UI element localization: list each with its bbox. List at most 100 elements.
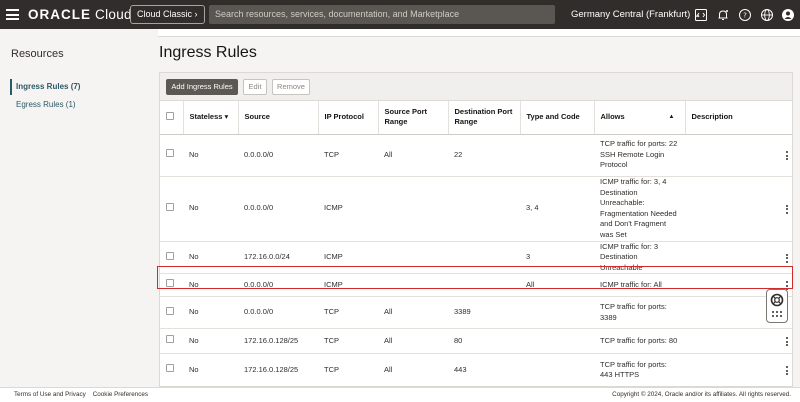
table-row-highlighted[interactable]: No 0.0.0.0/0 ICMP All ICMP traffic for: …	[160, 273, 792, 297]
add-ingress-rules-button[interactable]: Add Ingress Rules	[166, 79, 238, 95]
cell-src-port: All	[378, 296, 448, 329]
cell-protocol: ICMP	[318, 273, 378, 297]
cell-allows: TCP traffic for ports: 80	[594, 328, 685, 354]
help-widget-button[interactable]	[766, 289, 788, 323]
row-actions-kebab-icon[interactable]	[691, 253, 788, 263]
page-title: Ingress Rules	[159, 44, 257, 61]
cell-stateless: No	[183, 328, 238, 354]
row-checkbox[interactable]	[166, 251, 174, 260]
cell-description	[685, 241, 792, 274]
remove-button[interactable]: Remove	[272, 79, 310, 95]
language-globe-icon[interactable]	[759, 7, 774, 22]
table-row[interactable]: No 0.0.0.0/0 TCP All 3389 TCP traffic fo…	[160, 296, 792, 329]
row-actions-kebab-icon[interactable]	[691, 204, 788, 214]
cell-dst-port	[448, 241, 520, 274]
cell-source: 0.0.0.0/0	[238, 134, 318, 177]
cell-stateless: No	[183, 134, 238, 177]
user-profile-icon[interactable]	[780, 7, 795, 22]
table-row[interactable]: No 172.16.0.128/25 TCP All 443 TCP traff…	[160, 353, 792, 386]
search-input[interactable]: Search resources, services, documentatio…	[209, 5, 555, 24]
cookie-preferences-link[interactable]: Cookie Preferences	[93, 391, 148, 398]
notification-bell-icon[interactable]	[715, 7, 730, 22]
ingress-rules-card: Add Ingress Rules Edit Remove Stateless …	[159, 72, 793, 387]
cell-type-code: All	[520, 273, 594, 297]
cell-allows: TCP traffic for ports: 3389	[594, 296, 685, 329]
cell-allows: ICMP traffic for: 3 Destination Unreacha…	[594, 241, 685, 274]
cell-protocol: TCP	[318, 296, 378, 329]
column-header-description[interactable]: Description	[685, 101, 792, 135]
cell-description	[685, 328, 792, 354]
table-row[interactable]: No 0.0.0.0/0 ICMP 3, 4 ICMP traffic for:…	[160, 176, 792, 242]
cell-protocol: TCP	[318, 328, 378, 354]
copyright-text: Copyright © 2024, Oracle and/or its affi…	[612, 391, 791, 398]
column-header-allows[interactable]: Allows ▲	[594, 101, 686, 135]
help-icon[interactable]: ?	[737, 7, 752, 22]
column-header-destination-port-range[interactable]: Destination Port Range	[448, 101, 521, 135]
region-selector[interactable]: Germany Central (Frankfurt) ⌄	[571, 6, 701, 23]
top-navigation-bar: ORACLE Cloud Cloud Classic › Search reso…	[0, 0, 800, 29]
row-checkbox[interactable]	[166, 279, 174, 288]
cell-source: 0.0.0.0/0	[238, 176, 318, 242]
cell-allows: TCP traffic for ports: 443 HTTPS	[594, 353, 685, 386]
sidebar-item-egress-rules[interactable]: Egress Rules (1)	[16, 99, 76, 111]
table-row[interactable]: No 172.16.0.128/25 TCP All 80 TCP traffi…	[160, 328, 792, 354]
cell-protocol: TCP	[318, 134, 378, 177]
row-checkbox[interactable]	[166, 335, 174, 344]
cell-type-code: 3, 4	[520, 176, 594, 242]
cell-dst-port	[448, 273, 520, 297]
table-row[interactable]: No 172.16.0.0/24 ICMP 3 ICMP traffic for…	[160, 241, 792, 274]
cell-type-code	[520, 296, 594, 329]
code-editor-icon[interactable]	[693, 7, 708, 22]
column-header-type-and-code[interactable]: Type and Code	[520, 101, 595, 135]
grid-dots-icon	[772, 311, 782, 317]
column-header-source[interactable]: Source	[238, 101, 319, 135]
terms-link[interactable]: Terms of Use and Privacy	[14, 391, 86, 398]
content-top-strip	[158, 29, 800, 37]
edit-button[interactable]: Edit	[243, 79, 267, 95]
table-row[interactable]: No 0.0.0.0/0 TCP All 22 TCP traffic for …	[160, 134, 792, 177]
cell-type-code	[520, 134, 594, 177]
column-header-source-port-range[interactable]: Source Port Range	[378, 101, 449, 135]
cell-dst-port: 22	[448, 134, 520, 177]
row-actions-kebab-icon[interactable]	[691, 151, 788, 161]
page-footer: Terms of Use and Privacy Cookie Preferen…	[0, 387, 800, 402]
row-checkbox[interactable]	[166, 306, 174, 315]
row-actions-kebab-icon[interactable]	[691, 337, 788, 347]
cell-type-code: 3	[520, 241, 594, 274]
sort-desc-icon: ▾	[224, 112, 229, 122]
sort-asc-icon: ▲	[668, 114, 675, 121]
row-checkbox[interactable]	[166, 149, 174, 158]
row-checkbox[interactable]	[166, 364, 174, 373]
cell-allows: TCP traffic for ports: 22 SSH Remote Log…	[594, 134, 685, 177]
cell-dst-port: 80	[448, 328, 520, 354]
cell-allows: ICMP traffic for: 3, 4 Destination Unrea…	[594, 176, 685, 242]
row-checkbox[interactable]	[166, 202, 174, 211]
resources-title: Resources	[11, 48, 64, 60]
cell-description	[685, 176, 792, 242]
cell-dst-port	[448, 176, 520, 242]
cell-type-code	[520, 353, 594, 386]
cell-stateless: No	[183, 296, 238, 329]
select-all-header	[160, 101, 184, 135]
lifebuoy-icon	[770, 293, 784, 307]
resources-sidebar: Resources Ingress Rules (7) Egress Rules…	[0, 29, 151, 387]
cell-source: 0.0.0.0/0	[238, 296, 318, 329]
oracle-cloud-logo[interactable]: ORACLE Cloud	[28, 7, 132, 22]
column-header-stateless[interactable]: Stateless ▾	[183, 101, 239, 135]
hamburger-menu-icon[interactable]	[6, 9, 19, 20]
cell-src-port	[378, 176, 448, 242]
row-actions-kebab-icon[interactable]	[691, 366, 788, 376]
cell-protocol: TCP	[318, 353, 378, 386]
cell-source: 172.16.0.128/25	[238, 328, 318, 354]
cell-protocol: ICMP	[318, 241, 378, 274]
cell-type-code	[520, 328, 594, 354]
cell-source: 0.0.0.0/0	[238, 273, 318, 297]
cell-description	[685, 134, 792, 177]
cloud-classic-button[interactable]: Cloud Classic ›	[130, 5, 205, 24]
select-all-checkbox[interactable]	[166, 111, 174, 120]
column-header-ip-protocol[interactable]: IP Protocol	[318, 101, 379, 135]
cell-description	[685, 353, 792, 386]
cell-src-port	[378, 273, 448, 297]
sidebar-item-ingress-rules[interactable]: Ingress Rules (7)	[10, 79, 80, 95]
table-toolbar: Add Ingress Rules Edit Remove	[160, 73, 792, 101]
